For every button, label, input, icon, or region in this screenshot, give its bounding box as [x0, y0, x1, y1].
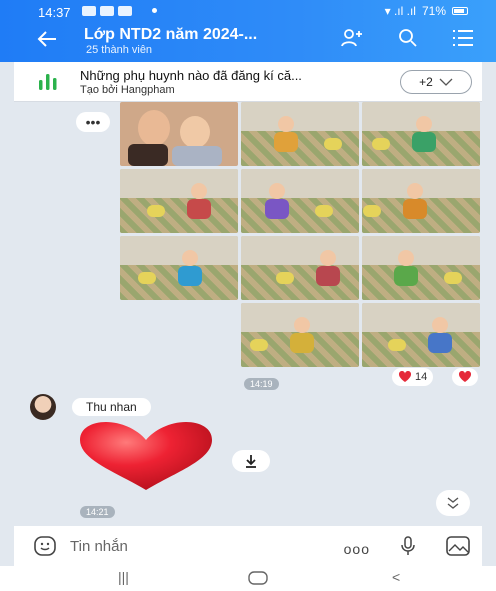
system-nav-bar: ||| < [0, 566, 496, 591]
battery-label: 71% [421, 4, 446, 18]
heart-icon [458, 371, 472, 382]
photo-thumbnail[interactable] [362, 236, 480, 300]
back-arrow-icon[interactable] [36, 28, 58, 55]
battery-icon [452, 7, 468, 15]
mic-icon[interactable] [400, 536, 416, 561]
pinned-more-label: +2 [419, 75, 433, 89]
sender-name: Thu nhan [72, 398, 151, 416]
reaction-count[interactable]: 14 [392, 368, 434, 386]
photo-thumbnail[interactable] [362, 303, 480, 367]
home-icon[interactable] [248, 571, 268, 588]
photo-thumbnail[interactable] [241, 303, 359, 367]
photo-thumbnail[interactable] [120, 102, 238, 166]
scroll-down-button[interactable] [436, 490, 470, 516]
photo-thumbnail[interactable] [362, 102, 480, 166]
download-icon [246, 455, 256, 468]
photo-time-badge: 14:19 [244, 378, 279, 390]
photo-thumbnail[interactable] [120, 169, 238, 233]
photo-thumbnail[interactable] [241, 169, 359, 233]
add-member-icon[interactable] [340, 28, 364, 48]
reaction-number: 14 [415, 371, 428, 383]
signal-icon: ▾ .ıl .ıl [384, 4, 416, 18]
composer-actions: ooo [344, 536, 470, 561]
download-button[interactable] [232, 450, 270, 472]
menu-icon[interactable] [452, 29, 474, 47]
emoji-icon[interactable] [34, 536, 56, 561]
recent-apps-icon[interactable]: ||| [118, 569, 129, 585]
chat-area[interactable]: ••• 14:19 14 Thu nhan 14:21 [14, 102, 482, 526]
top-bar: 14:37 ▾ .ıl .ıl 71% Lớp NTD2 năm 2024-..… [0, 0, 496, 62]
chevron-down-icon [439, 78, 453, 86]
photo-thumbnail[interactable] [120, 236, 238, 300]
message-composer: Tin nhắn ooo [14, 526, 482, 566]
notification-dot-icon [152, 8, 157, 13]
photo-thumbnail[interactable] [362, 169, 480, 233]
group-title[interactable]: Lớp NTD2 năm 2024-... [84, 26, 257, 44]
header-actions [340, 28, 474, 48]
status-bar: 14:37 ▾ .ıl .ıl 71% [0, 0, 496, 22]
status-right: ▾ .ıl .ıl 71% [385, 4, 468, 18]
pinned-title: Những phụ huynh nào đã đăng kí că... [80, 68, 302, 83]
message-options-button[interactable]: ••• [76, 112, 110, 132]
pinned-poll[interactable]: Những phụ huynh nào đã đăng kí că... Tạo… [14, 62, 482, 102]
image-icon[interactable] [446, 536, 470, 561]
more-options-button[interactable]: ooo [344, 541, 370, 557]
heart-sticker-icon[interactable] [76, 422, 216, 497]
pinned-more-button[interactable]: +2 [400, 70, 472, 94]
heart-time-badge: 14:21 [80, 506, 115, 518]
member-count: 25 thành viên [86, 44, 153, 56]
photo-grid [120, 102, 480, 372]
photo-thumbnail[interactable] [241, 236, 359, 300]
poll-icon [38, 72, 60, 97]
notification-icons [82, 6, 132, 16]
double-chevron-down-icon [447, 497, 459, 509]
back-icon[interactable]: < [392, 569, 400, 585]
search-icon[interactable] [398, 28, 418, 48]
photo-thumbnail[interactable] [241, 102, 359, 166]
avatar[interactable] [30, 394, 56, 420]
pinned-subtitle: Tạo bởi Hangpham [80, 84, 175, 96]
heart-icon [398, 371, 412, 382]
status-time: 14:37 [38, 5, 71, 20]
message-input[interactable]: Tin nhắn [70, 538, 128, 555]
react-button[interactable] [452, 368, 478, 386]
